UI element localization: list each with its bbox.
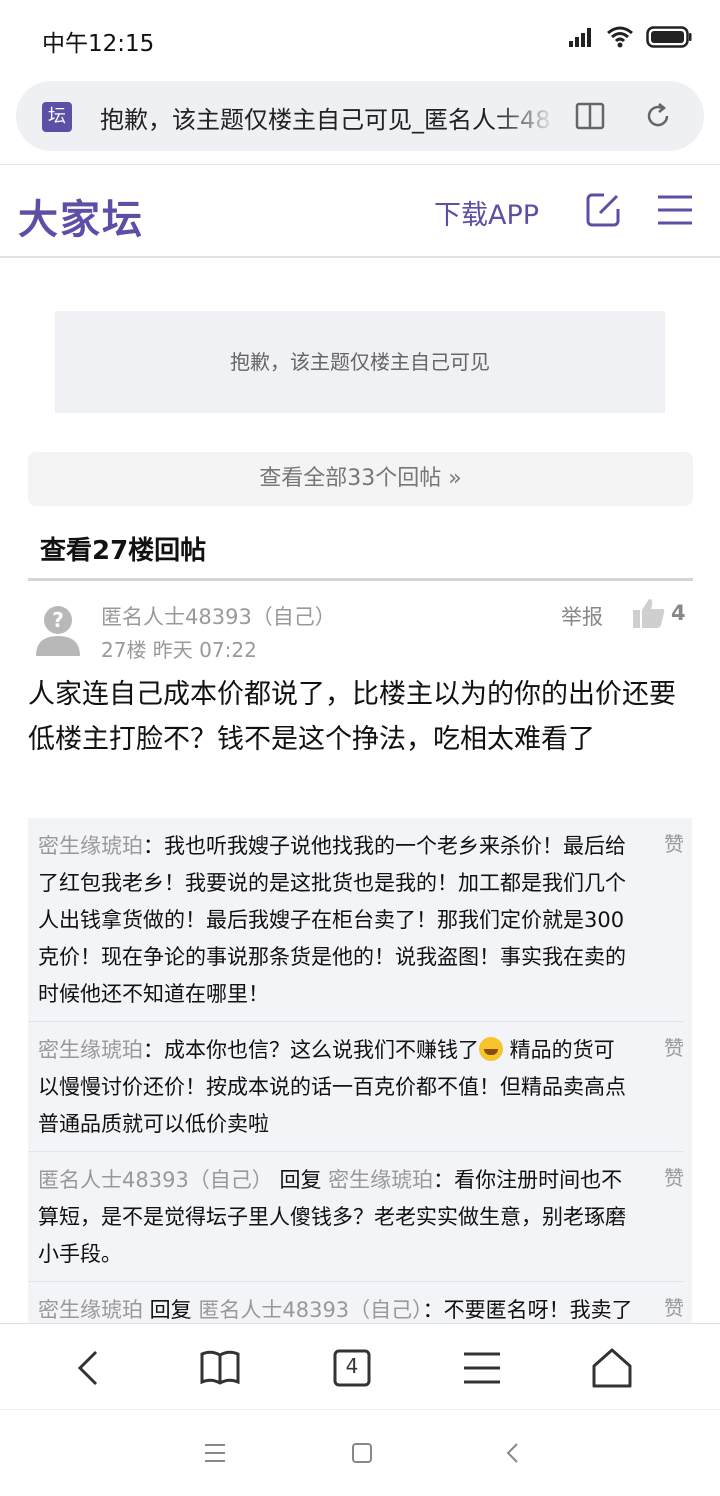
download-app-link[interactable]: 下载APP bbox=[434, 193, 539, 232]
svg-text:?: ? bbox=[52, 608, 64, 632]
reply-text: 匿名人士48393（自己） 回复 密生缘琥珀：看你注册时间也不算短，是不是觉得坛… bbox=[38, 1162, 634, 1273]
list-item: 匿名人士48393（自己） 回复 密生缘琥珀：看你注册时间也不算短，是不是觉得坛… bbox=[28, 1152, 684, 1282]
reply-verb: 回复 bbox=[272, 1168, 329, 1192]
reader-mode-icon[interactable] bbox=[574, 99, 606, 133]
reply-separator: ： bbox=[143, 1038, 164, 1062]
refresh-icon[interactable] bbox=[642, 99, 674, 133]
address-bar[interactable]: 坛 抱歉，该主题仅楼主自己可见_匿名人士48 bbox=[16, 81, 704, 151]
tab-count: 4 bbox=[345, 1354, 359, 1378]
address-bar-container: 坛 抱歉，该主题仅楼主自己可见_匿名人士48 bbox=[0, 76, 720, 164]
page-title-url[interactable]: 抱歉，该主题仅楼主自己可见_匿名人士48 bbox=[100, 100, 552, 135]
reply-content: 成本你也信？这么说我们不赚钱了 bbox=[164, 1038, 479, 1062]
replies-list: 密生缘琥珀：我也听我嫂子说他找我的一个老乡来杀价！最后给了红包我老乡！我要说的是… bbox=[28, 818, 692, 1323]
status-time: 中午12:15 bbox=[42, 31, 155, 57]
thumbs-up-icon[interactable] bbox=[632, 597, 666, 629]
compose-icon[interactable] bbox=[584, 191, 622, 229]
signal-icon bbox=[569, 28, 591, 47]
like-count: 4 bbox=[671, 601, 686, 625]
floor-title: 查看27楼回帖 bbox=[40, 536, 207, 566]
reply-separator: ： bbox=[433, 1168, 455, 1192]
post-author[interactable]: 匿名人士48393（自己） bbox=[101, 601, 336, 631]
site-header: 大家坛 下载APP bbox=[0, 164, 720, 258]
post-body: 人家连自己成本价都说了，比楼主以为的你的出价还要低楼主打脸不？钱不是这个挣法，吃… bbox=[28, 679, 676, 755]
reply-author[interactable]: 密生缘琥珀 bbox=[38, 834, 143, 858]
reply-separator: ： bbox=[143, 834, 164, 858]
home-square-icon[interactable] bbox=[347, 1438, 377, 1468]
wifi-icon bbox=[607, 26, 633, 48]
back-icon[interactable] bbox=[68, 1346, 112, 1390]
reply-text: 密生缘琥珀：我也听我嫂子说他找我的一个老乡来杀价！最后给了红包我老乡！我要说的是… bbox=[38, 828, 634, 1013]
reply-author[interactable]: 密生缘琥珀 bbox=[38, 1298, 143, 1322]
view-all-replies-button[interactable]: 查看全部33个回帖 » bbox=[28, 452, 693, 506]
battery-icon bbox=[646, 26, 692, 48]
status-icons bbox=[568, 26, 692, 48]
list-item: 密生缘琥珀：成本你也信？这么说我们不赚钱了 精品的货可以慢慢讨价还价！按成本说的… bbox=[28, 1022, 684, 1152]
reply-separator: ： bbox=[422, 1298, 444, 1322]
reply-verb: 回复 bbox=[143, 1298, 199, 1322]
reply-author[interactable]: 密生缘琥珀 bbox=[38, 1038, 143, 1062]
reply-text: 密生缘琥珀：成本你也信？这么说我们不赚钱了 精品的货可以慢慢讨价还价！按成本说的… bbox=[38, 1032, 634, 1143]
title-fade bbox=[496, 81, 556, 151]
reply-target[interactable]: 匿名人士48393（自己） bbox=[198, 1298, 422, 1322]
list-item: 密生缘琥珀 回复 匿名人士48393（自己）：不要匿名呀！我卖了论坛那么多没有一… bbox=[28, 1282, 684, 1323]
recent-apps-icon[interactable] bbox=[200, 1438, 230, 1468]
system-navigation-bar bbox=[0, 1409, 720, 1496]
browser-toolbar: 4 bbox=[0, 1323, 720, 1409]
list-item: 密生缘琥珀：我也听我嫂子说他找我的一个老乡来杀价！最后给了红包我老乡！我要说的是… bbox=[28, 818, 684, 1022]
reply-like-button[interactable]: 赞 bbox=[664, 1162, 684, 1191]
reply-target[interactable]: 密生缘琥珀 bbox=[328, 1168, 433, 1192]
reply-content: 我也听我嫂子说他找我的一个老乡来杀价！最后给了红包我老乡！我要说的是这批货也是我… bbox=[38, 834, 626, 1006]
home-icon[interactable] bbox=[590, 1346, 634, 1390]
menu-icon[interactable] bbox=[656, 193, 694, 227]
avatar[interactable]: ? bbox=[32, 600, 84, 656]
status-bar: 中午12:15 bbox=[0, 0, 720, 76]
reply-author[interactable]: 匿名人士48393（自己） bbox=[38, 1168, 273, 1192]
bookmarks-book-icon[interactable] bbox=[198, 1346, 242, 1390]
back-triangle-icon[interactable] bbox=[498, 1438, 528, 1468]
tabs-button[interactable]: 4 bbox=[330, 1346, 374, 1390]
reply-like-button[interactable]: 赞 bbox=[664, 828, 684, 857]
report-button[interactable]: 举报 bbox=[561, 601, 603, 631]
restricted-notice: 抱歉，该主题仅楼主自己可见 bbox=[55, 311, 665, 413]
grinning-emoji-icon bbox=[479, 1037, 503, 1061]
reply-like-button[interactable]: 赞 bbox=[664, 1292, 684, 1321]
site-favicon-icon: 坛 bbox=[42, 102, 72, 132]
reply-like-button[interactable]: 赞 bbox=[664, 1032, 684, 1061]
site-logo[interactable]: 大家坛 bbox=[18, 187, 144, 245]
divider bbox=[28, 578, 693, 581]
menu-lines-icon[interactable] bbox=[460, 1346, 504, 1390]
reply-text: 密生缘琥珀 回复 匿名人士48393（自己）：不要匿名呀！我卖了论坛那么多没有一… bbox=[38, 1292, 634, 1323]
post-meta: 27楼 昨天 07:22 bbox=[101, 638, 257, 662]
